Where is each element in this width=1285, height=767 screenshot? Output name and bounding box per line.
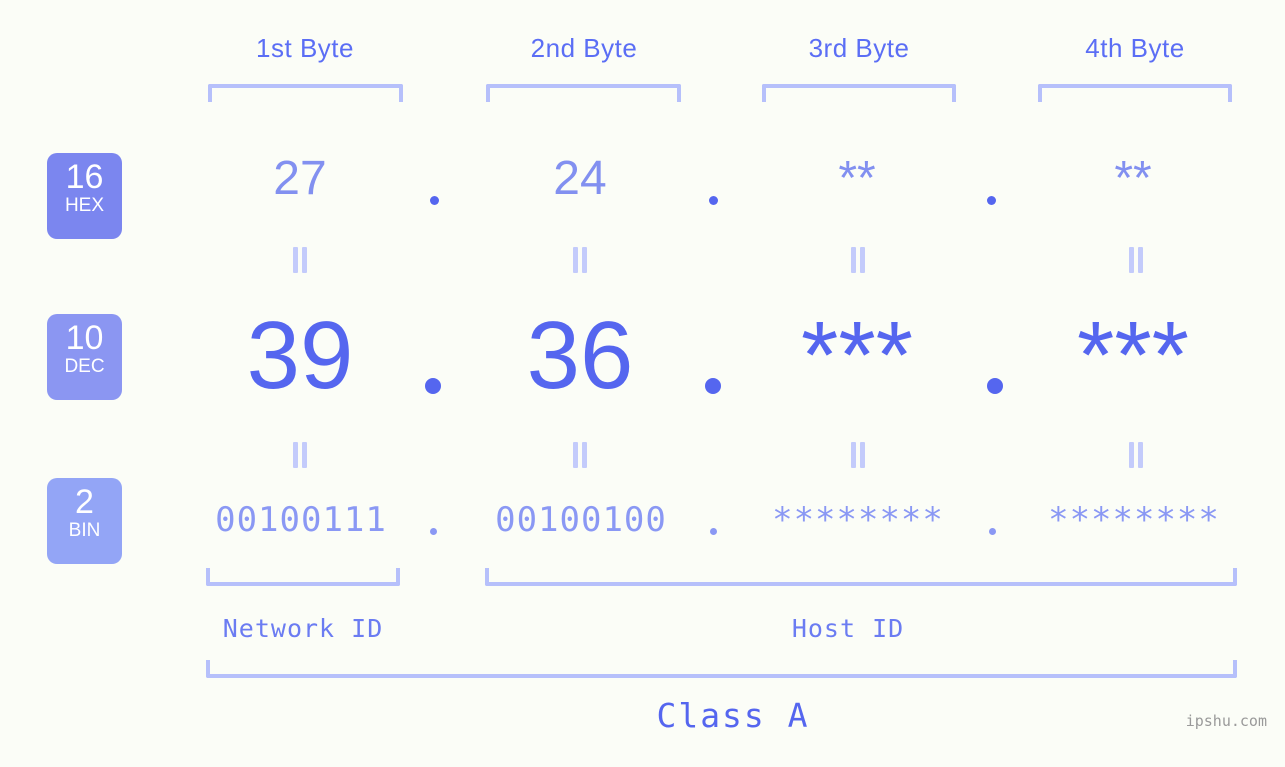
base-badge-bin-number: 2 <box>75 483 94 521</box>
equals-icon-dec-bin-2 <box>572 442 588 468</box>
base-badge-hex-number: 16 <box>65 158 104 196</box>
class-label: Class A <box>656 696 810 735</box>
host-id-bracket <box>485 568 1237 586</box>
equals-icon-hex-dec-2 <box>572 247 588 273</box>
hex-byte-3: ** <box>838 152 876 205</box>
base-badge-hex: 16 HEX <box>47 153 122 239</box>
bin-separator-dot-1 <box>430 528 437 535</box>
host-id-label: Host ID <box>791 614 905 643</box>
dec-byte-1: 39 <box>246 302 354 409</box>
base-badge-bin-name: BIN <box>68 520 101 541</box>
byte-bracket-2 <box>486 84 681 102</box>
base-badge-dec: 10 DEC <box>47 314 122 400</box>
bin-byte-1: 00100111 <box>215 500 387 540</box>
hex-byte-1: 27 <box>273 152 327 205</box>
dec-separator-dot-3 <box>987 378 1003 394</box>
hex-byte-4: ** <box>1114 152 1152 205</box>
network-id-label: Network ID <box>222 614 384 643</box>
byte-bracket-3 <box>762 84 956 102</box>
hex-separator-dot-3 <box>987 196 996 205</box>
hex-byte-2: 24 <box>553 152 607 205</box>
equals-icon-dec-bin-1 <box>292 442 308 468</box>
hex-separator-dot-1 <box>430 196 439 205</box>
equals-icon-hex-dec-1 <box>292 247 308 273</box>
ip-address-breakdown-diagram: 1st Byte 2nd Byte 3rd Byte 4th Byte 16 H… <box>0 0 1285 767</box>
byte-header-4: 4th Byte <box>1085 33 1185 63</box>
bin-byte-3: ******** <box>772 500 944 540</box>
base-badge-hex-name: HEX <box>64 195 105 216</box>
byte-header-1: 1st Byte <box>256 33 354 63</box>
bin-separator-dot-2 <box>710 528 717 535</box>
base-badge-bin: 2 BIN <box>47 478 122 564</box>
byte-header-2: 2nd Byte <box>530 33 638 63</box>
class-bracket <box>206 660 1237 678</box>
hex-separator-dot-2 <box>709 196 718 205</box>
dec-byte-2: 36 <box>526 302 634 409</box>
dec-byte-4: *** <box>1076 302 1190 409</box>
dec-separator-dot-1 <box>425 378 441 394</box>
byte-header-3: 3rd Byte <box>808 33 910 63</box>
byte-bracket-1 <box>208 84 403 102</box>
equals-icon-hex-dec-3 <box>850 247 866 273</box>
dec-separator-dot-2 <box>705 378 721 394</box>
equals-icon-hex-dec-4 <box>1128 247 1144 273</box>
bin-byte-2: 00100100 <box>495 500 667 540</box>
equals-icon-dec-bin-3 <box>850 442 866 468</box>
bin-byte-4: ******** <box>1048 500 1220 540</box>
bin-separator-dot-3 <box>989 528 996 535</box>
base-badge-dec-name: DEC <box>64 356 105 377</box>
network-id-bracket <box>206 568 400 586</box>
byte-bracket-4 <box>1038 84 1232 102</box>
equals-icon-dec-bin-4 <box>1128 442 1144 468</box>
dec-byte-3: *** <box>800 302 914 409</box>
watermark: ipshu.com <box>1185 712 1267 730</box>
base-badge-dec-number: 10 <box>65 319 104 357</box>
